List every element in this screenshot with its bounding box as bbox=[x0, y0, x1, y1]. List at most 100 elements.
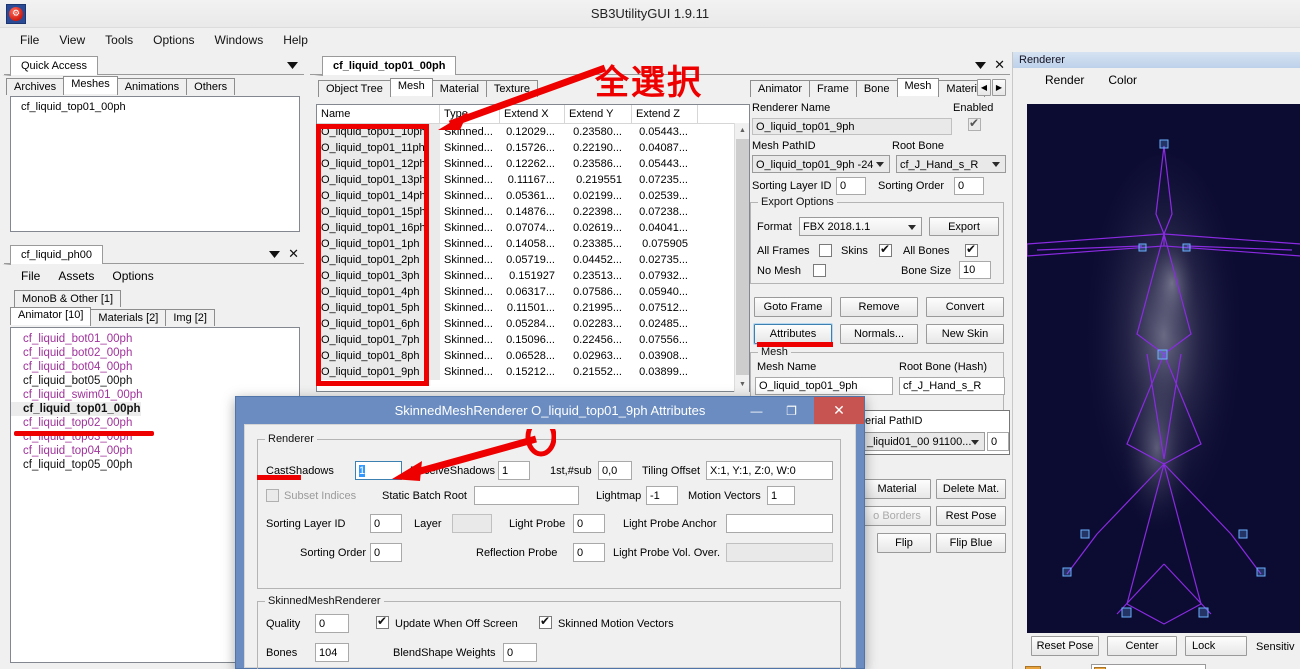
list-item[interactable]: cf_liquid_top01_00ph bbox=[11, 97, 299, 113]
cast-shadows-field[interactable]: 1 bbox=[355, 461, 402, 480]
all-frames-checkbox[interactable] bbox=[819, 244, 832, 257]
quality-field[interactable]: 0 bbox=[315, 614, 349, 633]
table-row[interactable]: O_liquid_top01_12ph Skinned... 0.12262... 0… bbox=[317, 156, 749, 172]
tab-texture[interactable]: Texture bbox=[485, 80, 538, 97]
menu-options[interactable]: Options bbox=[143, 30, 204, 50]
table-row[interactable]: O_liquid_top01_16ph Skinned... 0.07074... 0… bbox=[317, 220, 749, 236]
light-probe-vol-field[interactable] bbox=[726, 543, 833, 562]
material-pathid-extra-field[interactable]: 0 bbox=[987, 432, 1009, 451]
sensitivity-slider[interactable] bbox=[1091, 664, 1206, 669]
root-bone-combo[interactable]: cf_J_Hand_s_R bbox=[896, 155, 1006, 173]
table-row[interactable]: O_liquid_top01_8ph Skinned... 0.06528... 0.… bbox=[317, 348, 749, 364]
table-row[interactable]: O_liquid_top01_14ph Skinned... 0.05361... 0… bbox=[317, 188, 749, 204]
table-row[interactable]: O_liquid_top01_5ph Skinned... 0.11501... 0.… bbox=[317, 300, 749, 316]
editor-close-icon[interactable]: ✕ bbox=[994, 57, 1005, 73]
tab-animator[interactable]: Animator [10] bbox=[10, 307, 92, 325]
list-item-selected[interactable]: cf_liquid_top01_00ph bbox=[11, 402, 141, 416]
tab-archives[interactable]: Archives bbox=[6, 78, 65, 95]
tab-animator-prop[interactable]: Animator bbox=[750, 80, 811, 97]
viewport-3d[interactable] bbox=[1027, 104, 1300, 633]
first-sub-field[interactable]: 0,0 bbox=[598, 461, 632, 480]
menu-file[interactable]: File bbox=[10, 30, 49, 50]
menu-tools[interactable]: Tools bbox=[95, 30, 143, 50]
workspace-dropdown-icon[interactable] bbox=[269, 249, 280, 261]
tab-meshes[interactable]: Meshes bbox=[63, 76, 118, 94]
sorting-layer-id-field[interactable]: 0 bbox=[836, 177, 866, 195]
reset-pose-button[interactable]: Reset Pose bbox=[1031, 636, 1099, 656]
remove-button[interactable]: Remove bbox=[840, 297, 918, 317]
menu-view[interactable]: View bbox=[49, 30, 95, 50]
workspace-menu-options[interactable]: Options bbox=[103, 266, 162, 286]
table-row[interactable]: O_liquid_top01_2ph Skinned... 0.05719... 0.… bbox=[317, 252, 749, 268]
motion-vectors-field[interactable]: 1 bbox=[767, 486, 795, 505]
flip-button[interactable]: Flip bbox=[877, 533, 931, 553]
table-row[interactable]: O_liquid_top01_4ph Skinned... 0.06317... 0.… bbox=[317, 284, 749, 300]
table-row[interactable]: O_liquid_top01_6ph Skinned... 0.05284... 0.… bbox=[317, 316, 749, 332]
table-row[interactable]: O_liquid_top01_7ph Skinned... 0.15096... 0.… bbox=[317, 332, 749, 348]
list-item[interactable]: cf_liquid_bot04_00ph bbox=[11, 360, 299, 374]
mesh-pathid-combo[interactable]: O_liquid_top01_9ph -24 bbox=[752, 155, 890, 173]
new-skin-button[interactable]: New Skin bbox=[926, 324, 1004, 344]
layer-field[interactable] bbox=[452, 514, 492, 533]
tab-others[interactable]: Others bbox=[186, 78, 236, 95]
dialog-minimize-icon[interactable]: — bbox=[739, 397, 774, 424]
flip-blue-button[interactable]: Flip Blue bbox=[936, 533, 1006, 553]
update-off-screen-checkbox[interactable] bbox=[376, 614, 389, 629]
table-row[interactable]: O_liquid_top01_13ph Skinned... 0.11167... 0… bbox=[317, 172, 749, 188]
tab-mesh-prop[interactable]: Mesh bbox=[896, 78, 940, 96]
convert-button[interactable]: Convert bbox=[926, 297, 1004, 317]
material-pathid-combo[interactable]: _liquid01_00 91100... bbox=[863, 432, 985, 451]
center-button[interactable]: Center bbox=[1107, 636, 1177, 656]
table-row[interactable]: O_liquid_top01_10ph Skinned... 0.12029... 0… bbox=[317, 124, 749, 140]
table-row[interactable]: O_liquid_top01_11ph Skinned... 0.15726... 0… bbox=[317, 140, 749, 156]
lock-button[interactable]: Lock bbox=[1185, 636, 1247, 656]
table-row[interactable]: O_liquid_top01_9ph Skinned... 0.15212... 0.… bbox=[317, 364, 749, 380]
sorting-order-field[interactable]: 0 bbox=[954, 177, 984, 195]
mesh-table[interactable]: Name Type Extend X Extend Y Extend Z O_l… bbox=[316, 104, 750, 392]
static-batch-root-field[interactable] bbox=[474, 486, 579, 505]
workspace-tab[interactable]: cf_liquid_ph00 bbox=[2, 245, 103, 265]
goto-frame-button[interactable]: Goto Frame bbox=[754, 297, 832, 317]
all-bones-checkbox[interactable] bbox=[965, 242, 978, 257]
enabled-checkbox[interactable] bbox=[968, 116, 981, 131]
column-type[interactable]: Type bbox=[440, 105, 500, 124]
light-probe-anchor-field[interactable] bbox=[726, 514, 833, 533]
receive-shadows-field[interactable]: 1 bbox=[498, 461, 530, 480]
editor-dropdown-icon[interactable] bbox=[975, 60, 986, 72]
root-bone-hash-field[interactable]: cf_J_Hand_s_R bbox=[899, 377, 1005, 395]
list-item[interactable]: cf_liquid_bot02_00ph bbox=[11, 346, 299, 360]
renderer-menu-color[interactable]: Color bbox=[1096, 70, 1149, 90]
tab-nav-next-icon[interactable]: ▶ bbox=[992, 79, 1006, 96]
workspace-close-icon[interactable]: ✕ bbox=[288, 246, 299, 262]
column-extend-y[interactable]: Extend Y bbox=[565, 105, 632, 124]
format-combo[interactable]: FBX 2018.1.1 bbox=[799, 217, 922, 236]
tab-material[interactable]: Material bbox=[431, 80, 487, 97]
tab-monob-other[interactable]: MonoB & Other [1] bbox=[14, 290, 122, 307]
tab-animations[interactable]: Animations bbox=[116, 78, 188, 95]
skinned-motion-vectors-checkbox[interactable] bbox=[539, 614, 552, 629]
light-probe-field[interactable]: 0 bbox=[573, 514, 605, 533]
tab-object-tree[interactable]: Object Tree bbox=[318, 80, 391, 97]
table-row[interactable]: O_liquid_top01_1ph Skinned... 0.14058... 0.… bbox=[317, 236, 749, 252]
table-row[interactable]: O_liquid_top01_15ph Skinned... 0.14876... 0… bbox=[317, 204, 749, 220]
tab-mesh[interactable]: Mesh bbox=[389, 78, 433, 96]
tab-bone[interactable]: Bone bbox=[855, 80, 898, 97]
workspace-menu-assets[interactable]: Assets bbox=[49, 266, 103, 286]
column-extend-z[interactable]: Extend Z bbox=[632, 105, 698, 124]
no-mesh-checkbox[interactable] bbox=[813, 264, 826, 277]
tab-img[interactable]: Img [2] bbox=[165, 309, 215, 326]
skins-checkbox[interactable] bbox=[879, 242, 892, 257]
workspace-menu-file[interactable]: File bbox=[12, 266, 49, 286]
column-name[interactable]: Name bbox=[317, 105, 440, 124]
renderer-name-field[interactable]: O_liquid_top01_9ph bbox=[752, 118, 952, 135]
list-item[interactable]: cf_liquid_bot01_00ph bbox=[11, 332, 299, 346]
rest-pose-button[interactable]: Rest Pose bbox=[936, 506, 1006, 526]
dlg-sorting-layer-id-field[interactable]: 0 bbox=[370, 514, 402, 533]
quick-access-dropdown-icon[interactable] bbox=[287, 60, 298, 72]
mesh-table-scrollbar[interactable]: ▲ ▼ bbox=[734, 123, 749, 392]
tab-frame[interactable]: Frame bbox=[809, 80, 857, 97]
material-button[interactable]: Material bbox=[863, 479, 931, 499]
lightmap-field[interactable]: -1 bbox=[646, 486, 678, 505]
export-button[interactable]: Export bbox=[929, 217, 999, 236]
delete-mat-button[interactable]: Delete Mat. bbox=[936, 479, 1006, 499]
